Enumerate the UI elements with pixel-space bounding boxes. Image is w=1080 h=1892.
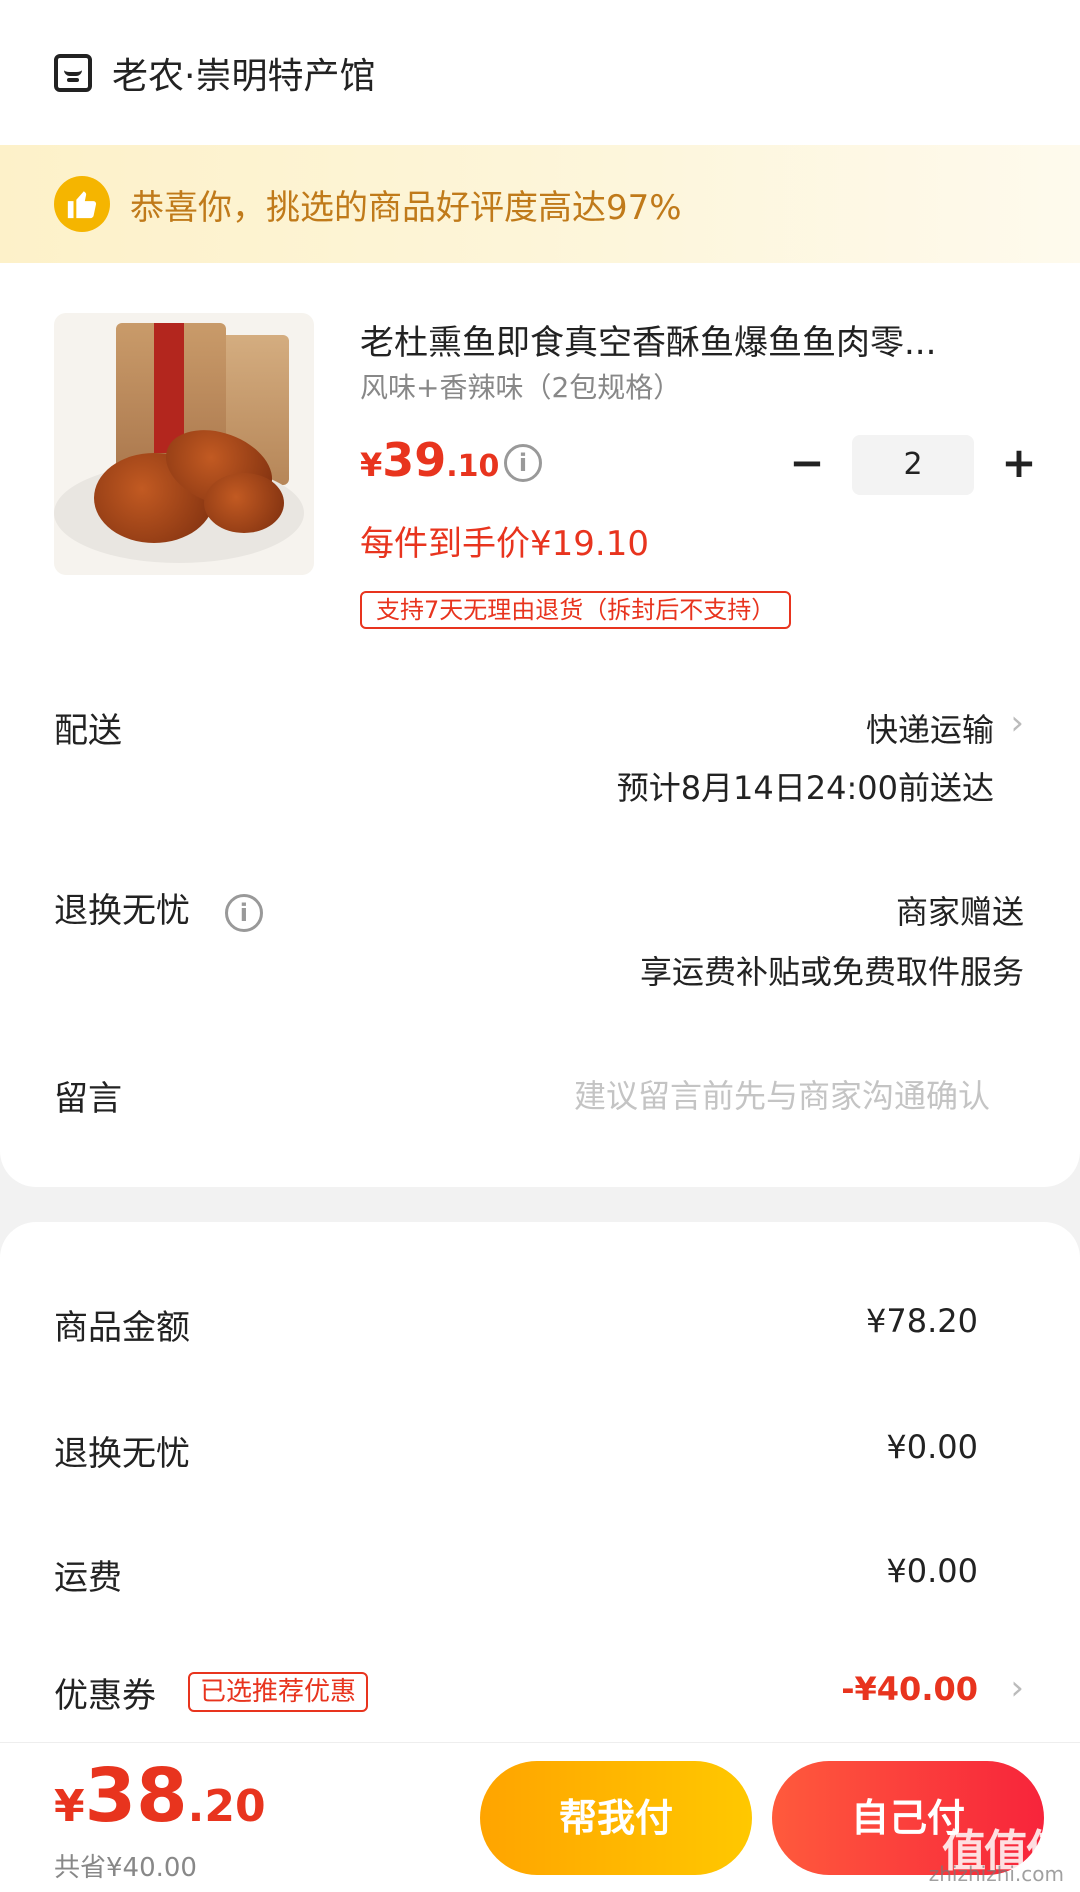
goods-amount-label: 商品金额 <box>54 1308 190 1348</box>
rating-banner: 恭喜你，挑选的商品好评度高达97% <box>0 145 1080 263</box>
shop-header[interactable]: 老农·崇明特产馆 <box>0 0 1080 145</box>
product-price: ¥39.10 <box>360 433 499 487</box>
total-symbol: ¥ <box>54 1781 85 1832</box>
price-symbol: ¥ <box>360 446 383 484</box>
message-input[interactable]: 建议留言前先与商家沟通确认 <box>574 1071 990 1117</box>
delivery-label: 配送 <box>54 711 122 751</box>
coupon-value[interactable]: -¥40.00 <box>841 1670 978 1708</box>
message-label: 留言 <box>54 1079 122 1119</box>
total-price: ¥38.20 <box>54 1753 266 1839</box>
coupon-chevron-icon[interactable]: › <box>1010 1668 1024 1708</box>
store-icon <box>54 53 92 92</box>
product-card: 老杜熏鱼即食真空香酥鱼爆鱼鱼肉零... 风味+香辣味（2包规格） ¥39.10 … <box>0 263 1080 1187</box>
shipping-value: ¥0.00 <box>886 1552 978 1590</box>
watermark-url: zhizhizhi.com <box>928 1862 1064 1886</box>
return-policy-tag: 支持7天无理由退货（拆封后不支持） <box>360 591 792 629</box>
total-decimal: .20 <box>187 1781 266 1832</box>
price-info-icon[interactable]: i <box>504 444 542 482</box>
product-title[interactable]: 老杜熏鱼即食真空香酥鱼爆鱼鱼肉零... <box>360 315 1020 364</box>
returns-value: 商家赠送 <box>895 893 1024 931</box>
price-integer: 39 <box>382 433 447 487</box>
quantity-value[interactable]: 2 <box>852 435 974 495</box>
product-image[interactable] <box>54 313 314 575</box>
total-integer: 38 <box>84 1753 188 1839</box>
help-pay-button[interactable]: 帮我付 <box>480 1761 752 1875</box>
shipping-label: 运费 <box>54 1558 122 1598</box>
delivery-eta: 预计8月14日24:00前送达 <box>616 769 994 807</box>
returns-row: 退换无忧 i <box>54 883 263 932</box>
delivery-method[interactable]: 快递运输 <box>866 705 994 751</box>
rating-banner-text: 恭喜你，挑选的商品好评度高达97% <box>130 187 682 228</box>
decrement-button[interactable]: − <box>780 438 834 492</box>
quantity-stepper: − 2 + <box>780 435 1046 495</box>
shop-name: 老农·崇明特产馆 <box>112 55 376 97</box>
product-spec[interactable]: 风味+香辣味（2包规格） <box>360 366 681 406</box>
returns-fee-label: 退换无忧 <box>54 1434 190 1474</box>
price-summary-card: 商品金额 ¥78.20 退换无忧 ¥0.00 运费 ¥0.00 优惠券 已选推荐… <box>0 1222 1080 1742</box>
returns-info-icon[interactable]: i <box>224 893 263 932</box>
coupon-tag: 已选推荐优惠 <box>188 1672 369 1712</box>
checkout-bar: ¥38.20 共省¥40.00 帮我付 自己付 值值值 zhizhizhi.co… <box>0 1742 1080 1892</box>
returns-fee-value: ¥0.00 <box>886 1428 978 1466</box>
increment-button[interactable]: + <box>992 438 1046 492</box>
goods-amount-value: ¥78.20 <box>866 1302 978 1340</box>
thumbs-up-icon <box>54 176 110 232</box>
returns-label: 退换无忧 <box>54 891 190 931</box>
returns-desc: 享运费补贴或免费取件服务 <box>639 953 1024 991</box>
unit-price: 每件到手价¥19.10 <box>360 524 649 564</box>
total-saved: 共省¥40.00 <box>54 1853 197 1883</box>
price-decimal: .10 <box>446 449 500 484</box>
coupon-label: 优惠券 <box>54 1676 156 1716</box>
chevron-right-icon[interactable]: › <box>1010 703 1024 743</box>
